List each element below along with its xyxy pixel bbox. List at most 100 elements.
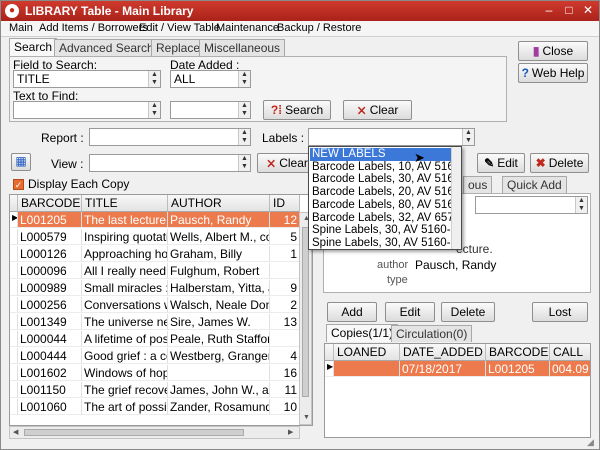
tab-search[interactable]: Search (9, 38, 58, 56)
labels-option[interactable]: Barcode Labels, 80, AV 5167 (310, 199, 451, 212)
column-header-call[interactable]: CALL (550, 344, 590, 361)
tab-copies[interactable]: Copies(1/1) (326, 324, 399, 342)
labels-dropdown-list: NEW LABELS Barcode Labels, 10, AV 5163 Bar… (308, 146, 462, 250)
labels-option[interactable]: NEW LABELS (310, 148, 451, 161)
row-pointer-icon: ▶ (10, 212, 18, 228)
id-cell: 16 (270, 365, 300, 381)
view-select[interactable]: ▲ ▼ (89, 154, 251, 172)
report-select[interactable]: ▲ ▼ (89, 128, 251, 146)
red-x-icon: ✖ (535, 156, 546, 170)
tab-miscellaneous[interactable]: Miscellaneous (199, 39, 286, 56)
author-cell: Fulghum, Robert (168, 263, 270, 279)
menu-backup[interactable]: Backup / Restore (277, 22, 361, 34)
main-table-vscroll-thumb[interactable] (302, 227, 309, 397)
maximize-button[interactable]: □ (561, 3, 577, 19)
tab-miscellaneous-partial[interactable]: ous (463, 176, 493, 193)
web-help-button-label: Web Help (531, 66, 585, 80)
view-window-button[interactable]: ▦ (11, 153, 31, 171)
field-to-search-value: TITLE (17, 72, 50, 86)
author-cell: Peale, Ruth Stafford (168, 331, 270, 347)
menu-bar: Main Add Items / Borrowers Edit / View T… (1, 21, 599, 37)
tab-quick-add[interactable]: Quick Add (502, 176, 567, 193)
close-window-button[interactable]: ✕ (580, 3, 596, 19)
copy-barcode-cell: L001205 (486, 361, 550, 377)
column-header-date-added[interactable]: DATE_ADDED (400, 344, 486, 361)
spin-arrows-icon: ▲ ▼ (238, 129, 250, 145)
scroll-right-icon: ▶ (288, 429, 294, 436)
labels-dropdown-scrollbar[interactable] (451, 147, 461, 249)
main-table-hscroll-thumb[interactable] (24, 429, 244, 436)
door-icon: ▮ (532, 44, 540, 58)
labels-option[interactable]: Spine Labels, 30, AV 5160-1 (310, 224, 451, 237)
secondary-search-select[interactable]: ▲ ▼ (170, 101, 251, 119)
edit-record-button[interactable]: ✎ Edit (477, 153, 525, 173)
column-header-id[interactable]: ID (270, 195, 300, 212)
main-table-hscroll[interactable]: ◀ ▶ (9, 426, 300, 439)
barcode-cell: L000126 (18, 246, 82, 262)
view-label: View : (51, 157, 84, 171)
resize-grip-icon[interactable]: ◢ (587, 437, 594, 448)
detail-select[interactable]: ▲ ▼ (475, 196, 588, 214)
column-header-copy-barcode[interactable]: BARCODE (486, 344, 550, 361)
id-cell: 9 (270, 280, 300, 296)
clear-search-button[interactable]: ⨯ Clear (343, 100, 412, 120)
labels-option[interactable]: Barcode Labels, 10, AV 5163 (310, 161, 451, 174)
author-cell: James, John W., an (168, 382, 270, 398)
title-cell: Inspiring quotatio (82, 229, 168, 245)
id-cell: 2 (270, 297, 300, 313)
tab-advanced-search[interactable]: Advanced Search (54, 39, 159, 56)
title-cell: Small miracles : (82, 280, 168, 296)
date-added-value: ALL (174, 72, 196, 86)
edit-copy-button[interactable]: Edit (385, 302, 435, 322)
column-header-author[interactable]: AUTHOR (168, 195, 270, 212)
search-icon: ?⁞ (270, 103, 283, 117)
close-button[interactable]: ▮ Close (518, 41, 588, 61)
scroll-left-icon: ◀ (13, 429, 19, 436)
spin-arrows-icon: ▲ ▼ (238, 102, 250, 118)
report-label: Report : (41, 131, 84, 145)
author-cell: Zander, Rosamund (168, 399, 270, 415)
column-header-loaned[interactable]: LOANED (334, 344, 400, 361)
labels-option[interactable]: Barcode Labels, 20, AV 5161 (310, 186, 451, 199)
search-button[interactable]: ?⁞ Search (263, 100, 331, 120)
labels-option[interactable]: Barcode Labels, 32, AV 6577 (310, 212, 451, 225)
tab-replace[interactable]: Replace (151, 39, 206, 56)
row-pointer-icon (10, 297, 18, 313)
delete-copy-button[interactable]: Delete (441, 302, 495, 322)
labels-select[interactable]: ▲ ▼ (308, 128, 475, 146)
eraser-icon: ⨯ (266, 156, 277, 170)
id-cell: 11 (270, 382, 300, 398)
mouse-cursor-icon: ➤ (414, 150, 425, 165)
delete-record-button[interactable]: ✖ Delete (530, 153, 589, 173)
barcode-cell: L001602 (18, 365, 82, 381)
row-pointer-icon (10, 382, 18, 398)
tab-circulation[interactable]: Circulation(0) (391, 325, 473, 342)
row-pointer-icon (10, 365, 18, 381)
menu-edit-view[interactable]: Edit / View Table (139, 22, 220, 34)
id-cell: 12 (270, 212, 300, 228)
barcode-cell: L001349 (18, 314, 82, 330)
web-help-button[interactable]: ? Web Help (518, 63, 588, 83)
edit-record-button-label: Edit (497, 156, 518, 170)
row-pointer-icon (10, 263, 18, 279)
field-to-search-select[interactable]: TITLE ▲ ▼ (13, 70, 161, 88)
delete-record-button-label: Delete (548, 156, 584, 170)
id-cell (270, 263, 300, 279)
row-pointer-icon (10, 280, 18, 296)
display-each-copy-checkbox[interactable]: ✓ (13, 179, 24, 190)
minimize-button[interactable]: – (541, 3, 557, 19)
menu-main[interactable]: Main (9, 22, 33, 34)
barcode-cell: L000256 (18, 297, 82, 313)
menu-add-items[interactable]: Add Items / Borrowers (39, 22, 148, 34)
title-cell: Approaching hoo (82, 246, 168, 262)
text-to-find-input[interactable]: ▲ ▼ (13, 101, 161, 119)
date-added-select[interactable]: ALL ▲ ▼ (170, 70, 251, 88)
menu-maintenance[interactable]: Maintenance (216, 22, 279, 34)
labels-option[interactable]: Spine Labels, 30, AV 5160-2 (310, 237, 451, 249)
labels-option[interactable]: Barcode Labels, 30, AV 5160 (310, 173, 451, 186)
add-copy-button[interactable]: Add (327, 302, 377, 322)
scroll-down-icon: ▼ (303, 414, 310, 421)
column-header-title[interactable]: TITLE (82, 195, 168, 212)
lost-copy-button[interactable]: Lost (532, 302, 588, 322)
column-header-barcode[interactable]: BARCODE (18, 195, 82, 212)
